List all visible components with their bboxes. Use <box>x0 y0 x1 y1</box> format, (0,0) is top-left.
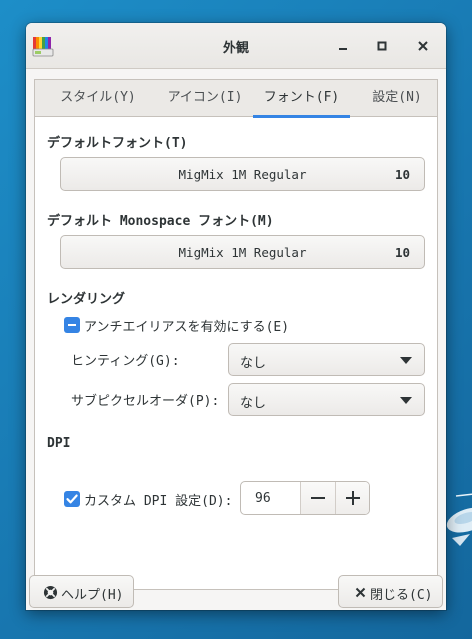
mixed-state-icon <box>68 324 76 326</box>
default-font-button[interactable]: MigMix 1M Regular 10 <box>60 157 425 191</box>
checkmark-icon <box>66 494 78 504</box>
monospace-font-button[interactable]: MigMix 1M Regular 10 <box>60 235 425 269</box>
tab-icons[interactable]: アイコン(I) <box>153 80 257 117</box>
close-window-button[interactable] <box>412 35 434 57</box>
custom-dpi-label[interactable]: カスタム DPI 設定(D): <box>84 490 232 509</box>
minimize-icon <box>339 48 347 50</box>
subpixel-order-combo[interactable]: なし <box>228 383 425 416</box>
monospace-font-name: MigMix 1M Regular <box>178 245 307 260</box>
dpi-spinbutton <box>240 481 370 515</box>
subpixel-value: なし <box>240 396 267 411</box>
x-icon <box>355 587 366 598</box>
default-font-name: MigMix 1M Regular <box>178 167 307 182</box>
maximize-button[interactable] <box>371 35 393 57</box>
tab-style[interactable]: スタイル(Y) <box>45 80 151 117</box>
maximize-icon <box>377 41 387 51</box>
help-label: ヘルプ(H) <box>61 588 124 603</box>
close-label: 閉じる(C) <box>370 588 433 603</box>
chevron-down-icon <box>400 397 412 404</box>
default-font-heading: デフォルトフォント(T) <box>47 136 188 151</box>
tab-bar: スタイル(Y) アイコン(I) フォント(F) 設定(N) <box>35 80 437 118</box>
close-icon <box>418 41 428 51</box>
monospace-font-heading: デフォルト Monospace フォント(M) <box>47 214 274 229</box>
titlebar: 外観 <box>26 23 446 69</box>
tab-settings[interactable]: 設定(N) <box>357 80 437 117</box>
minus-icon <box>311 497 325 499</box>
tab-fonts[interactable]: フォント(F) <box>253 80 350 118</box>
hinting-label: ヒンティング(G): <box>71 354 180 369</box>
minimize-button[interactable] <box>332 35 354 57</box>
default-font-size: 10 <box>394 167 410 182</box>
hinting-value: なし <box>240 356 267 371</box>
settings-notebook: スタイル(Y) アイコン(I) フォント(F) 設定(N) デフォルトフォント(… <box>34 79 438 590</box>
dpi-increase-button[interactable] <box>335 482 369 514</box>
custom-dpi-checkbox[interactable] <box>64 491 80 507</box>
dpi-value-input[interactable] <box>241 482 300 514</box>
hinting-combo[interactable]: なし <box>228 343 425 376</box>
antialias-checkbox[interactable] <box>64 317 80 333</box>
help-button[interactable]: ヘルプ(H) <box>29 575 134 608</box>
chevron-down-icon <box>400 357 412 364</box>
dpi-decrease-button[interactable] <box>300 482 335 514</box>
rendering-heading: レンダリング <box>47 292 126 307</box>
plus-icon <box>346 491 360 505</box>
monospace-font-size: 10 <box>394 245 410 260</box>
appearance-dialog: 外観 スタイル(Y) アイコン(I) フォント(F) 設定(N) デフォルトフォ… <box>26 23 446 610</box>
close-button[interactable]: 閉じる(C) <box>338 575 443 608</box>
dpi-heading: DPI <box>47 436 71 451</box>
antialias-label[interactable]: アンチエイリアスを有効にする(E) <box>84 316 289 335</box>
subpixel-label: サブピクセルオーダ(P): <box>71 394 220 409</box>
help-lifebuoy-icon <box>43 585 58 600</box>
